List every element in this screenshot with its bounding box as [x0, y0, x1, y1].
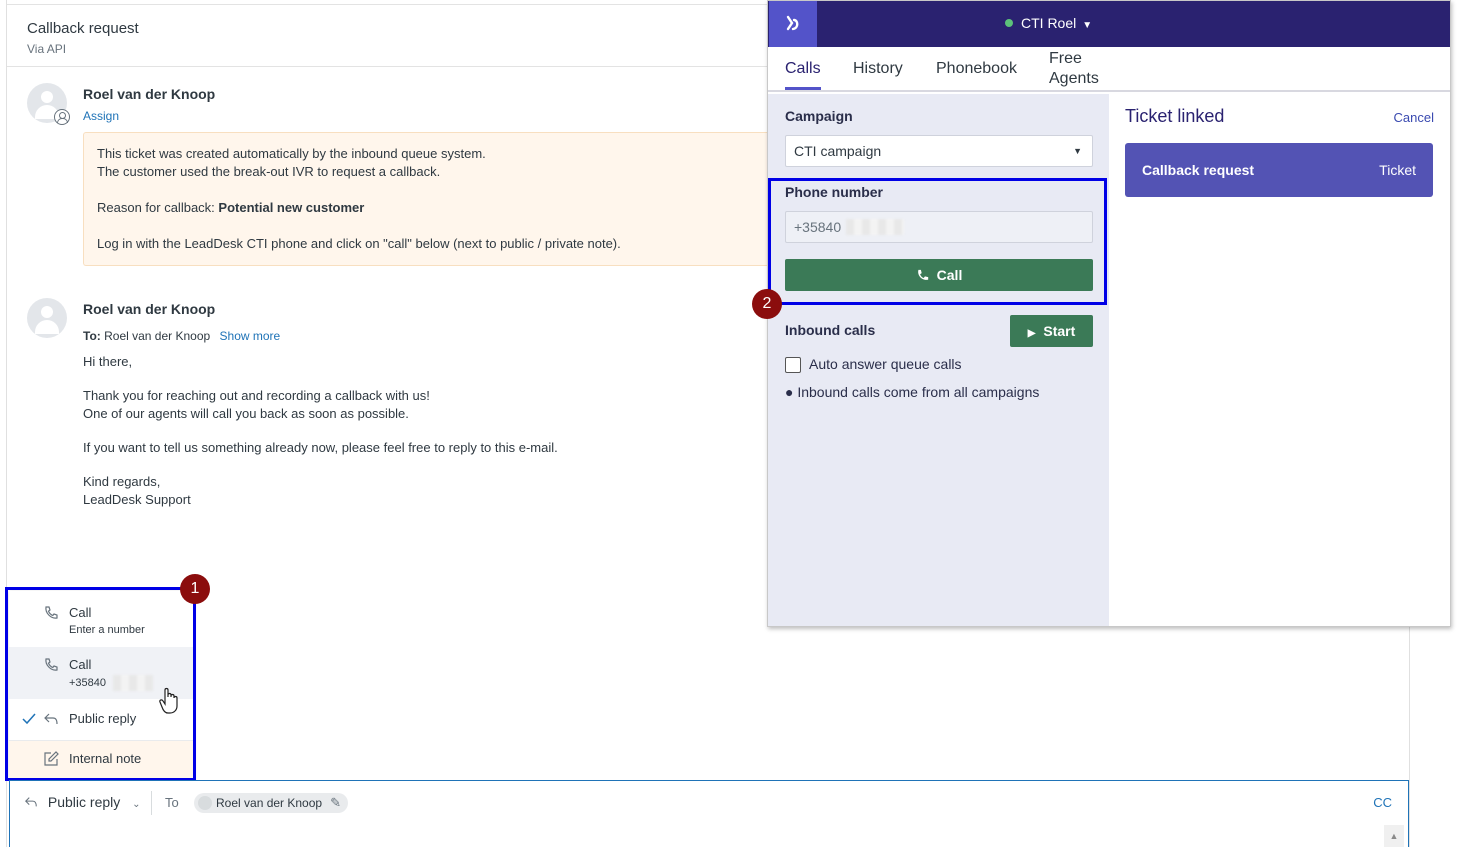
- auto-answer-label: Auto answer queue calls: [809, 356, 962, 372]
- recipient-chip[interactable]: Roel van der Knoop ✎: [194, 793, 349, 813]
- message-line: Kind regards,: [83, 474, 161, 489]
- user-icon: [54, 109, 70, 125]
- linked-ticket-type: Ticket: [1379, 162, 1416, 178]
- highlight-phone-section: [768, 178, 1107, 305]
- play-icon: ▶: [1027, 328, 1036, 339]
- tab-label-line: Free: [1049, 50, 1082, 67]
- highlight-reply-menu: [5, 587, 196, 781]
- caret-down-icon: ▼: [1082, 20, 1093, 31]
- avatar: [27, 298, 67, 338]
- auto-answer-checkbox[interactable]: [785, 357, 801, 373]
- assign-link[interactable]: Assign: [83, 109, 119, 123]
- caret-down-icon: ▼: [1073, 146, 1082, 156]
- message-line: LeadDesk Support: [83, 492, 191, 507]
- reply-composer: Public reply ⌄ To Roel van der Knoop ✎ C…: [9, 780, 1409, 847]
- cti-tabs: Calls History Phonebook Free Agents: [768, 47, 1450, 92]
- campaign-label: Campaign: [785, 108, 853, 124]
- start-button-label: Start: [1043, 323, 1076, 339]
- status-online-icon: [1005, 19, 1013, 27]
- tab-free-agents[interactable]: Free Agents: [1049, 49, 1099, 89]
- calls-panel: Campaign CTI campaign ▼ Phone number +35…: [768, 94, 1109, 626]
- message-line: If you want to tell us something already…: [83, 440, 558, 455]
- step-badge-2: 2: [752, 289, 782, 319]
- recipient-name: Roel van der Knoop: [216, 796, 323, 810]
- tab-history[interactable]: History: [853, 59, 903, 79]
- ticket-linked-panel: Ticket linked Cancel Callback request Ti…: [1109, 94, 1450, 626]
- edit-icon[interactable]: ✎: [330, 793, 341, 813]
- ticket-channel: Via API: [27, 42, 67, 56]
- system-line: Log in with the LeadDesk CTI phone and c…: [97, 236, 621, 251]
- reply-icon: [24, 795, 40, 812]
- message-line: Hi there,: [83, 354, 133, 369]
- message-line: One of our agents will call you back as …: [83, 406, 409, 421]
- agent-name: CTI Roel: [1021, 15, 1077, 31]
- system-line: This ticket was created automatically by…: [97, 146, 486, 161]
- avatar: [198, 796, 212, 810]
- reply-mode-button[interactable]: Public reply ⌄: [24, 794, 141, 812]
- ticket-title: Callback request: [27, 20, 139, 37]
- callback-reason: Reason for callback: Potential new custo…: [97, 200, 365, 215]
- inbound-note: ● Inbound calls come from all campaigns: [785, 384, 1040, 400]
- cti-widget: CTI Roel ▼ Calls History Phonebook Free A…: [767, 0, 1451, 627]
- system-line: The customer used the break-out IVR to r…: [97, 164, 441, 179]
- tab-label-line: Agents: [1049, 70, 1099, 87]
- show-more-link[interactable]: Show more: [220, 329, 281, 343]
- message-line: Thank you for reaching out and recording…: [83, 388, 430, 403]
- system-message: This ticket was created automatically by…: [83, 132, 773, 266]
- campaign-value: CTI campaign: [794, 143, 882, 159]
- step-badge-1: 1: [180, 574, 210, 604]
- comment-author: Roel van der Knoop: [83, 301, 216, 317]
- campaign-select[interactable]: CTI campaign ▼: [785, 135, 1093, 167]
- cti-header: CTI Roel ▼: [768, 1, 1450, 47]
- message-body: Hi there, Thank you for reaching out and…: [83, 353, 558, 509]
- linked-ticket-name: Callback request: [1142, 162, 1255, 178]
- tab-calls[interactable]: Calls: [785, 59, 821, 90]
- reply-mode-label: Public reply: [47, 794, 121, 810]
- chevron-down-icon: ⌄: [132, 799, 141, 810]
- recipient-line: To: Roel van der Knoop Show more: [83, 329, 281, 343]
- comment-author: Roel van der Knoop: [83, 86, 216, 102]
- tab-phonebook[interactable]: Phonebook: [936, 59, 1017, 79]
- agent-menu[interactable]: CTI Roel ▼: [1005, 15, 1092, 31]
- ticket-linked-title: Ticket linked: [1125, 106, 1225, 126]
- to-label: To: [165, 795, 179, 810]
- inbound-calls-label: Inbound calls: [785, 322, 876, 338]
- start-button[interactable]: ▶ Start: [1010, 315, 1093, 347]
- linked-ticket-card[interactable]: Callback request Ticket: [1125, 143, 1433, 197]
- cancel-link[interactable]: Cancel: [1394, 110, 1434, 125]
- cc-link[interactable]: CC: [1373, 795, 1392, 810]
- scroll-up-arrow-icon[interactable]: ▲: [1384, 825, 1404, 847]
- leaddesk-logo-icon[interactable]: [769, 1, 817, 47]
- divider: [151, 791, 152, 815]
